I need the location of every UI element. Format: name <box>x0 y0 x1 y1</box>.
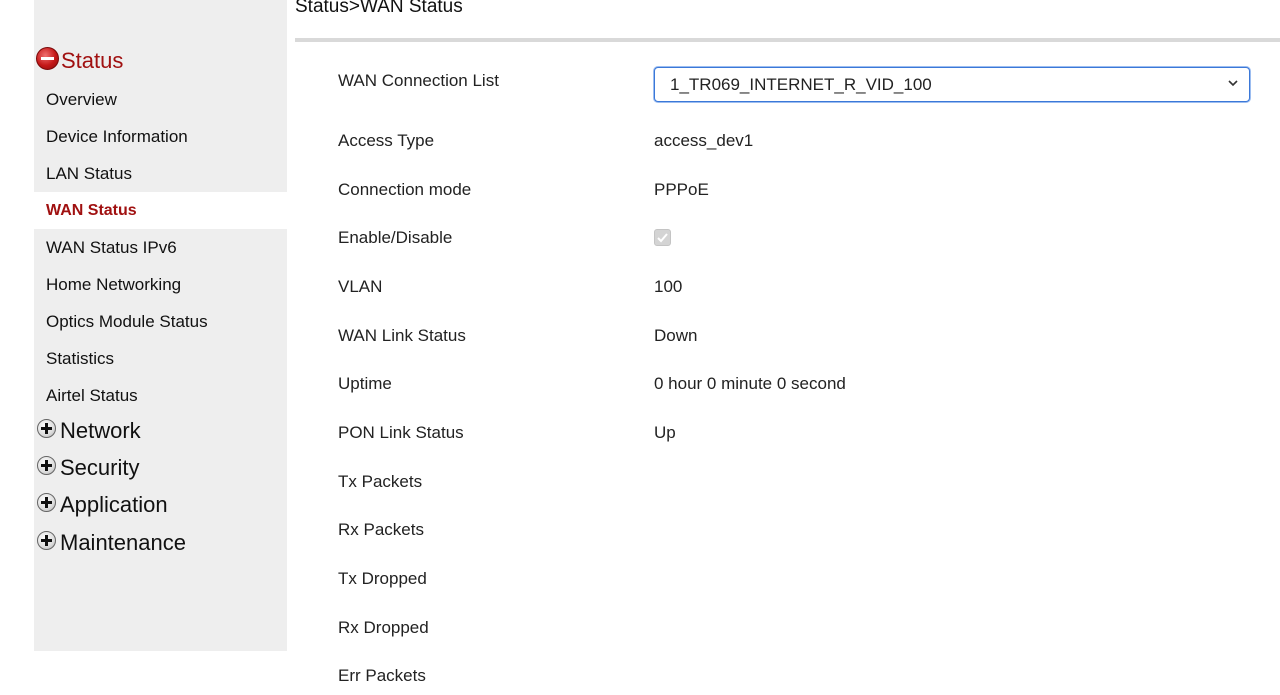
wan-link-status-label: WAN Link Status <box>338 326 466 345</box>
checkmark-icon <box>657 233 668 243</box>
sidebar-group-label: Status <box>61 48 124 73</box>
connection-mode-value: PPPoE <box>654 180 709 199</box>
vlan-value: 100 <box>654 277 683 296</box>
tx-dropped-label: Tx Dropped <box>338 569 427 588</box>
sidebar-item-overview[interactable]: Overview <box>34 81 287 118</box>
wan-link-status-value: Down <box>654 326 698 345</box>
sidebar-group-application[interactable]: Application <box>34 490 168 520</box>
sidebar-item-lan-status[interactable]: LAN Status <box>34 155 287 192</box>
sidebar-item-wan-status[interactable]: WAN Status <box>34 192 287 229</box>
plus-circle-icon <box>37 492 56 512</box>
plus-circle-icon <box>37 455 56 475</box>
sidebar-item-home-networking[interactable]: Home Networking <box>34 266 287 303</box>
uptime-value: 0 hour 0 minute 0 second <box>654 374 846 393</box>
tx-packets-label: Tx Packets <box>338 472 423 491</box>
sidebar-item-device-information[interactable]: Device Information <box>34 118 287 155</box>
pon-link-status-label: PON Link Status <box>338 423 464 442</box>
chevron-down-icon <box>1228 80 1238 87</box>
sidebar-group-label: Application <box>60 492 168 517</box>
access-type-value: access_dev1 <box>654 131 754 150</box>
sidebar-group-security[interactable]: Security <box>34 453 139 483</box>
rx-packets-label: Rx Packets <box>338 520 424 539</box>
sidebar-group-maintenance[interactable]: Maintenance <box>34 528 186 558</box>
connection-mode-label: Connection mode <box>338 180 472 199</box>
sidebar-item-wan-status-ipv6[interactable]: WAN Status IPv6 <box>34 229 287 266</box>
sidebar-item-airtel-status[interactable]: Airtel Status <box>34 377 287 414</box>
plus-circle-icon <box>37 530 56 550</box>
minus-circle-icon <box>36 46 59 70</box>
sidebar-group-label: Security <box>60 455 140 480</box>
err-packets-label: Err Packets <box>338 666 426 685</box>
sidebar: Status Overview Device Information LAN S… <box>34 0 287 651</box>
sidebar-group-label: Maintenance <box>60 530 186 555</box>
sidebar-group-network[interactable]: Network <box>34 416 141 446</box>
vlan-label: VLAN <box>338 277 383 296</box>
pon-link-status-value: Up <box>654 423 676 442</box>
enable-disable-checkbox[interactable] <box>654 229 671 246</box>
wan-connection-list-label: WAN Connection List <box>338 71 499 90</box>
sidebar-item-optics-module-status[interactable]: Optics Module Status <box>34 303 287 340</box>
enable-disable-label: Enable/Disable <box>338 228 453 247</box>
wan-connection-select[interactable]: 1_TR069_INTERNET_R_VID_100 <box>654 67 1250 102</box>
breadcrumb: Status>WAN Status <box>295 0 463 17</box>
sidebar-group-status[interactable]: Status <box>34 46 123 76</box>
sidebar-group-label: Network <box>60 418 141 443</box>
header-divider <box>295 38 1280 42</box>
rx-dropped-label: Rx Dropped <box>338 618 429 637</box>
access-type-label: Access Type <box>338 131 435 150</box>
wan-connection-selected-value: 1_TR069_INTERNET_R_VID_100 <box>670 74 932 94</box>
plus-circle-icon <box>37 418 56 438</box>
uptime-label: Uptime <box>338 374 392 393</box>
sidebar-item-statistics[interactable]: Statistics <box>34 340 287 377</box>
